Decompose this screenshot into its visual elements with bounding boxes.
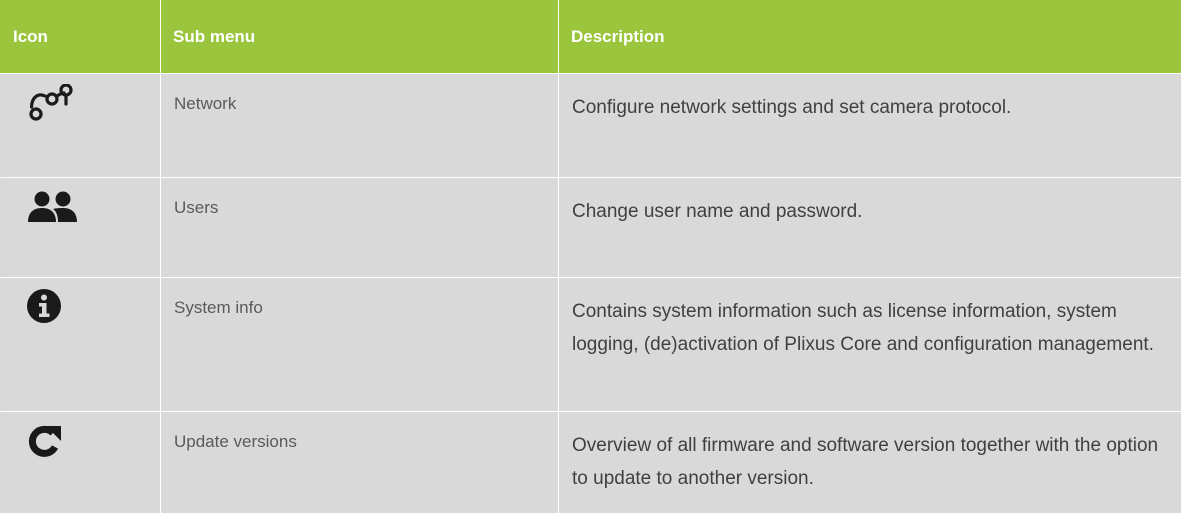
header-description: Description xyxy=(558,0,1181,73)
network-icon xyxy=(26,84,160,124)
table-header-row: Icon Sub menu Description xyxy=(0,0,1181,73)
header-icon: Icon xyxy=(0,0,160,73)
table-row: System info Contains system information … xyxy=(0,277,1181,411)
submenu-label: Users xyxy=(160,177,558,277)
submenu-label: Network xyxy=(160,73,558,177)
refresh-icon xyxy=(26,422,160,462)
table-row: Update versions Overview of all firmware… xyxy=(0,411,1181,513)
users-icon xyxy=(26,188,160,228)
icon-cell xyxy=(0,177,160,277)
description-text: Overview of all firmware and software ve… xyxy=(558,411,1181,513)
info-icon xyxy=(26,288,160,328)
icon-cell xyxy=(0,73,160,177)
description-text: Contains system information such as lice… xyxy=(558,277,1181,411)
description-text: Change user name and password. xyxy=(558,177,1181,277)
submenu-label: System info xyxy=(160,277,558,411)
submenu-label: Update versions xyxy=(160,411,558,513)
description-text: Configure network settings and set camer… xyxy=(558,73,1181,177)
icon-cell xyxy=(0,277,160,411)
submenu-table: Icon Sub menu Description Network Config… xyxy=(0,0,1181,513)
table-row: Users Change user name and password. xyxy=(0,177,1181,277)
table-row: Network Configure network settings and s… xyxy=(0,73,1181,177)
header-submenu: Sub menu xyxy=(160,0,558,73)
icon-cell xyxy=(0,411,160,513)
